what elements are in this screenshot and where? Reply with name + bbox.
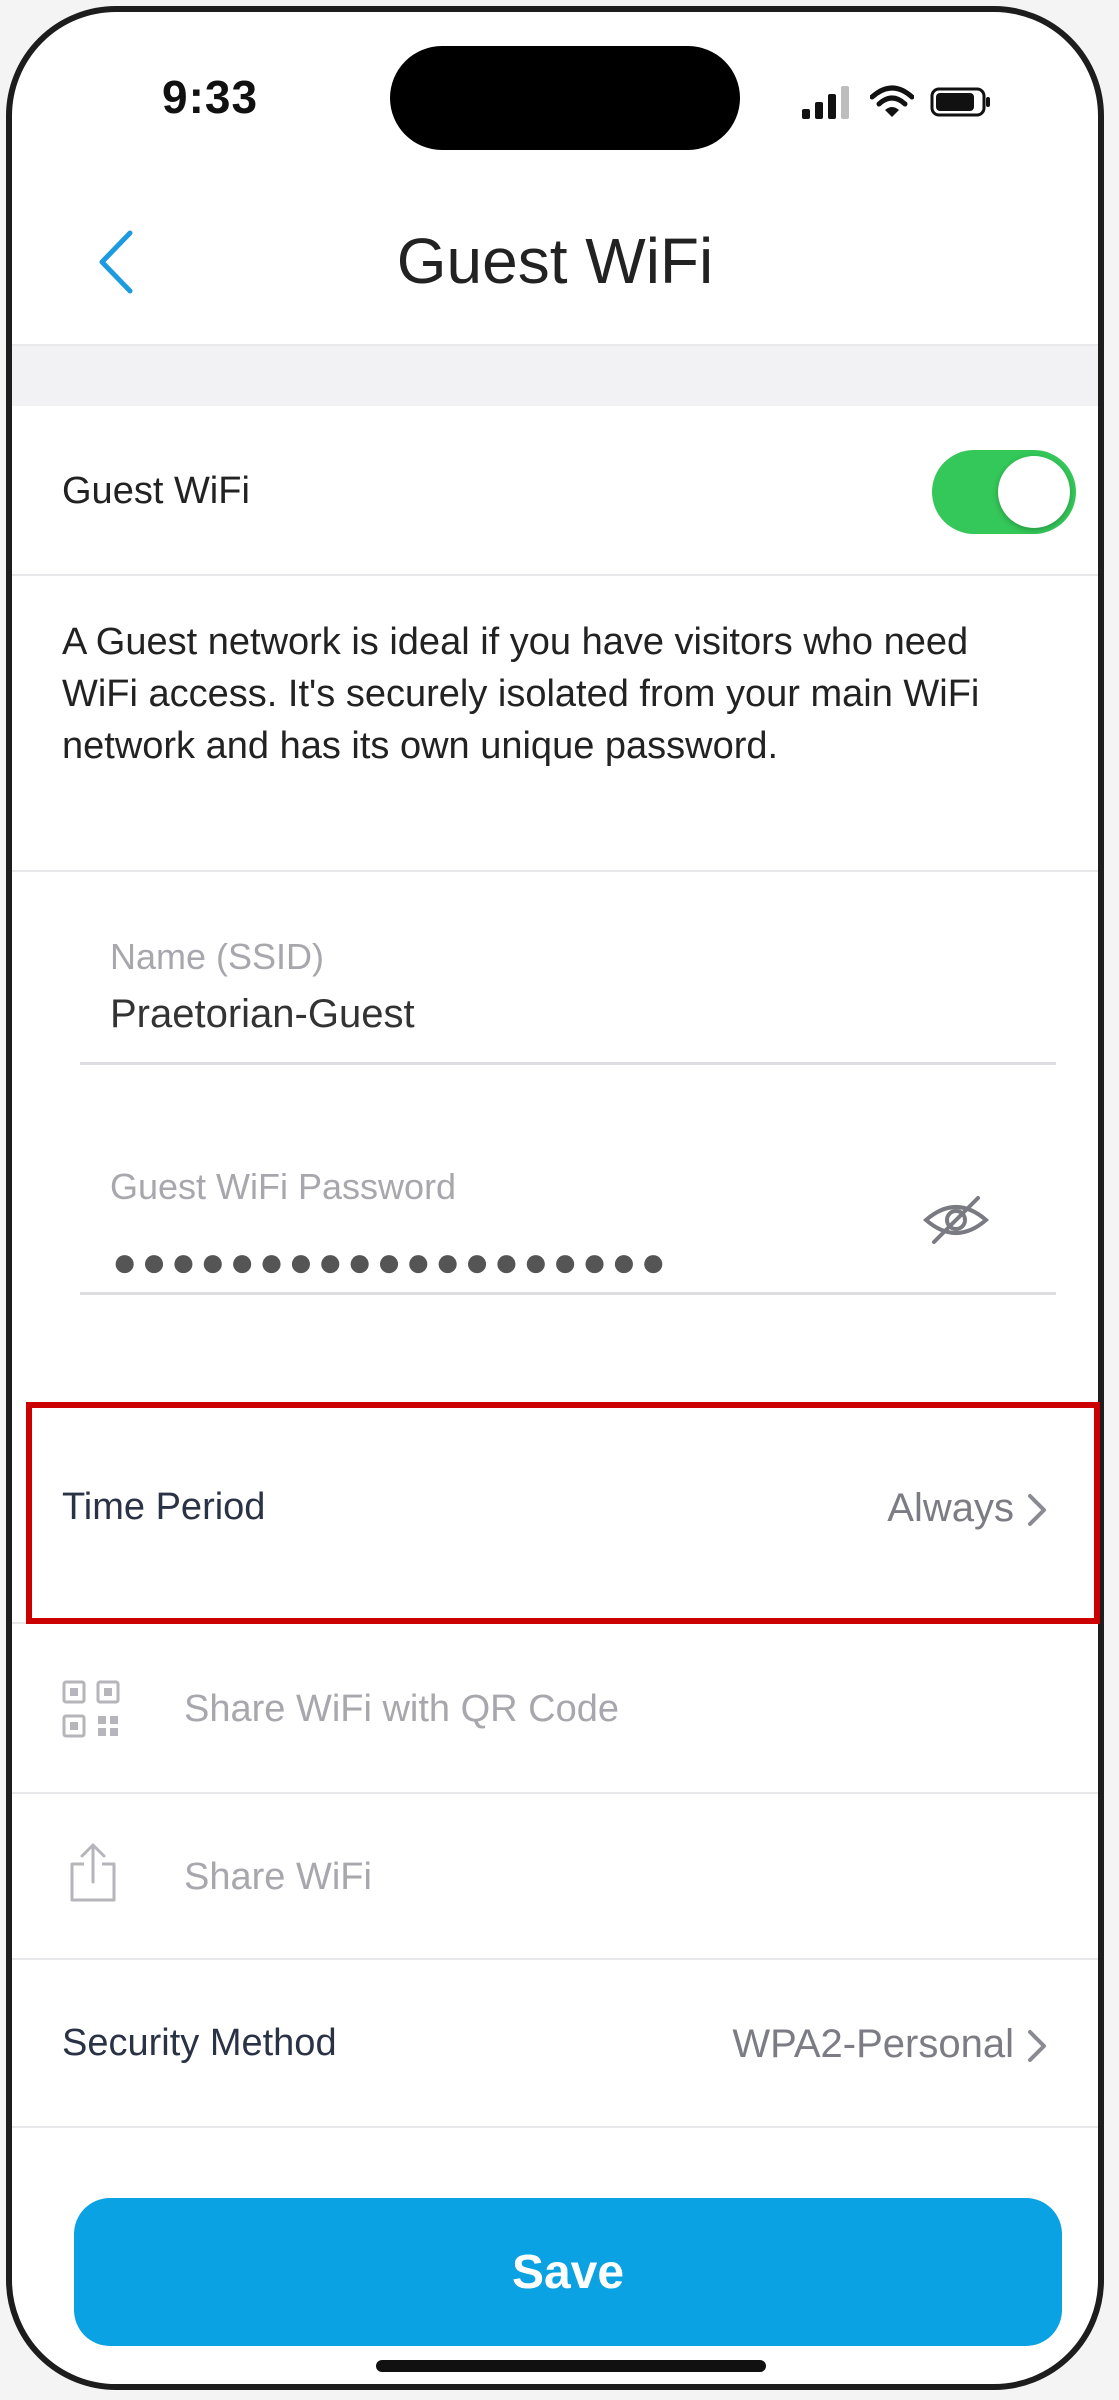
password-input[interactable]: ●●●●●●●●●●●●●●●●●●●	[112, 1238, 670, 1286]
security-method-value: WPA2-Personal	[732, 2022, 1014, 2066]
home-indicator	[376, 2360, 766, 2372]
password-underline	[80, 1292, 1056, 1295]
navigation-bar: Guest WiFi	[12, 182, 1098, 342]
security-method-label: Security Method	[62, 2022, 337, 2064]
eye-off-icon	[922, 1196, 990, 1244]
hide-password-toggle[interactable]	[922, 1192, 990, 1253]
section-divider	[12, 344, 1098, 406]
page-title: Guest WiFi	[396, 225, 714, 297]
guest-wifi-row: Guest WiFi	[12, 406, 1098, 576]
share-qr-label: Share WiFi with QR Code	[184, 1688, 620, 1730]
share-wifi-label: Share WiFi	[184, 1856, 372, 1898]
highlight-box	[26, 1402, 1100, 1624]
save-button[interactable]: Save	[74, 2198, 1062, 2346]
password-label: Guest WiFi Password	[110, 1166, 457, 1207]
share-icon	[70, 1843, 116, 1902]
ssid-underline	[80, 1062, 1056, 1065]
share-wifi-row[interactable]: Share WiFi	[12, 1794, 1098, 1960]
chevron-right-icon	[1028, 2030, 1046, 2062]
screen: 9:33 Guest WiFi Guest WiFi A Guest netwo…	[12, 12, 1098, 2384]
status-time: 9:33	[162, 71, 259, 123]
guest-network-description: A Guest network is ideal if you have vis…	[62, 621, 980, 767]
phone-frame: 9:33 Guest WiFi Guest WiFi A Guest netwo…	[6, 6, 1104, 2390]
guest-wifi-toggle[interactable]	[932, 450, 1076, 534]
toggle-knob	[998, 456, 1070, 528]
guest-wifi-label: Guest WiFi	[62, 470, 250, 512]
status-bar: 9:33	[12, 12, 1098, 182]
divider	[12, 870, 1098, 872]
dynamic-island	[390, 46, 740, 150]
ssid-input[interactable]: Praetorian-Guest	[110, 992, 415, 1037]
wifi-icon	[870, 85, 914, 117]
security-method-row[interactable]: Security Method WPA2-Personal	[12, 1960, 1098, 2128]
battery-icon	[930, 87, 990, 117]
share-qr-row[interactable]: Share WiFi with QR Code	[12, 1624, 1098, 1794]
ssid-label: Name (SSID)	[110, 936, 325, 977]
cellular-signal-icon	[802, 86, 849, 119]
status-icons	[802, 82, 992, 122]
qr-code-icon	[62, 1680, 120, 1738]
